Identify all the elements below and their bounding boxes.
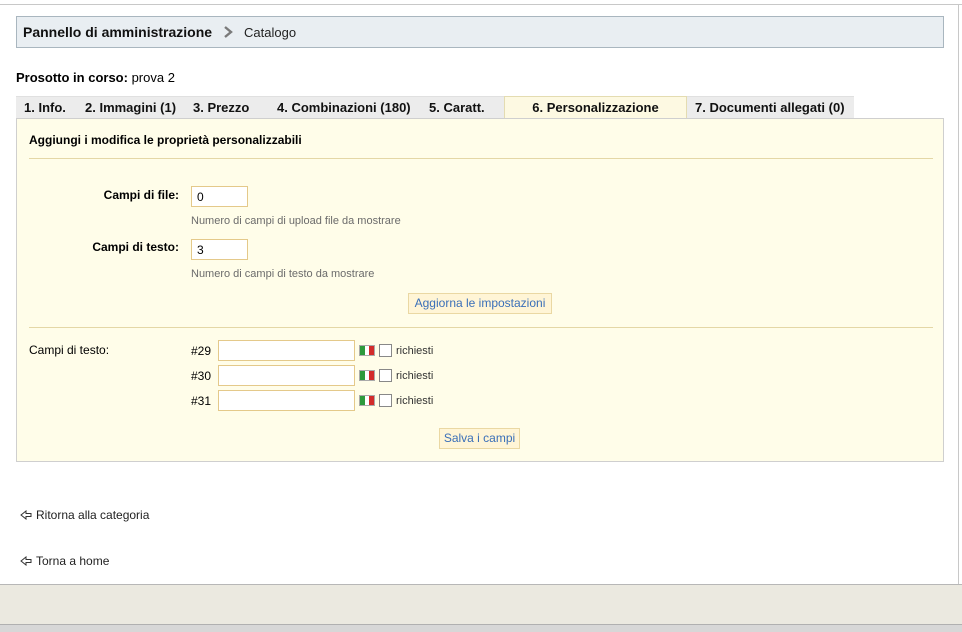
text-field-row: #29 richiesti — [191, 340, 433, 361]
breadcrumb-current[interactable]: Catalogo — [244, 25, 296, 40]
required-checkbox[interactable] — [379, 344, 392, 357]
text-field-row: #31 richiesti — [191, 390, 433, 411]
tab-price[interactable]: 3. Prezzo — [185, 96, 269, 119]
customization-panel: Aggiungi i modifica le proprietà persona… — [16, 118, 944, 462]
tab-info[interactable]: 1. Info. — [16, 96, 77, 119]
tab-customization[interactable]: 6. Personalizzazione — [504, 96, 687, 119]
text-field-name-input[interactable] — [218, 365, 355, 386]
field-number: #31 — [191, 393, 212, 408]
text-fields-hint: Numero di campi di testo da mostrare — [191, 268, 375, 280]
save-fields-button[interactable]: Salva i campi — [439, 428, 520, 449]
italian-flag-icon[interactable] — [359, 370, 375, 381]
back-to-category-label[interactable]: Ritorna alla categoria — [36, 508, 149, 522]
field-number: #30 — [191, 368, 212, 383]
divider — [29, 158, 933, 159]
file-fields-label: Campi di file: — [103, 188, 179, 202]
file-fields-hint: Numero di campi di upload file da mostra… — [191, 215, 401, 227]
current-product-label: Prosotto in corso: — [16, 70, 128, 85]
chevron-right-icon — [222, 25, 234, 39]
field-number: #29 — [191, 343, 212, 358]
text-field-name-input[interactable] — [218, 390, 355, 411]
text-fields-label: Campi di testo: — [92, 240, 179, 254]
tab-combinations[interactable]: 4. Combinazioni (180) — [269, 96, 421, 119]
back-to-home-label[interactable]: Torna a home — [36, 554, 109, 568]
divider — [29, 327, 933, 328]
back-to-home-link[interactable]: Torna a home — [20, 554, 109, 568]
text-fields-section-label: Campi di testo: — [29, 343, 110, 357]
text-field-name-input[interactable] — [218, 340, 355, 361]
window-right-border — [958, 4, 959, 586]
tab-bar: 1. Info. 2. Immagini (1) 3. Prezzo 4. Co… — [16, 96, 854, 119]
back-to-category-link[interactable]: Ritorna alla categoria — [20, 508, 149, 522]
breadcrumb: Pannello di amministrazione Catalogo — [16, 16, 944, 48]
required-label: richiesti — [396, 394, 434, 407]
arrow-left-icon — [20, 510, 32, 520]
current-product-name: prova 2 — [131, 70, 175, 85]
update-settings-button[interactable]: Aggiorna le impostazioni — [408, 293, 552, 314]
tab-features[interactable]: 5. Caratt. — [421, 96, 504, 119]
required-label: richiesti — [396, 369, 434, 382]
footer-bar — [0, 584, 962, 624]
required-checkbox[interactable] — [379, 369, 392, 382]
arrow-left-icon — [20, 556, 32, 566]
tab-attachments[interactable]: 7. Documenti allegati (0) — [687, 96, 854, 119]
window-top-border — [0, 4, 962, 5]
panel-title: Aggiungi i modifica le proprietà persona… — [29, 133, 302, 147]
text-field-row: #30 richiesti — [191, 365, 433, 386]
italian-flag-icon[interactable] — [359, 345, 375, 356]
footer-bottom-strip — [0, 624, 962, 632]
current-product: Prosotto in corso: prova 2 — [16, 70, 175, 85]
italian-flag-icon[interactable] — [359, 395, 375, 406]
text-fields-input[interactable] — [191, 239, 248, 260]
required-label: richiesti — [396, 344, 434, 357]
tab-images[interactable]: 2. Immagini (1) — [77, 96, 185, 119]
breadcrumb-root[interactable]: Pannello di amministrazione — [23, 24, 212, 40]
file-fields-input[interactable] — [191, 186, 248, 207]
required-checkbox[interactable] — [379, 394, 392, 407]
